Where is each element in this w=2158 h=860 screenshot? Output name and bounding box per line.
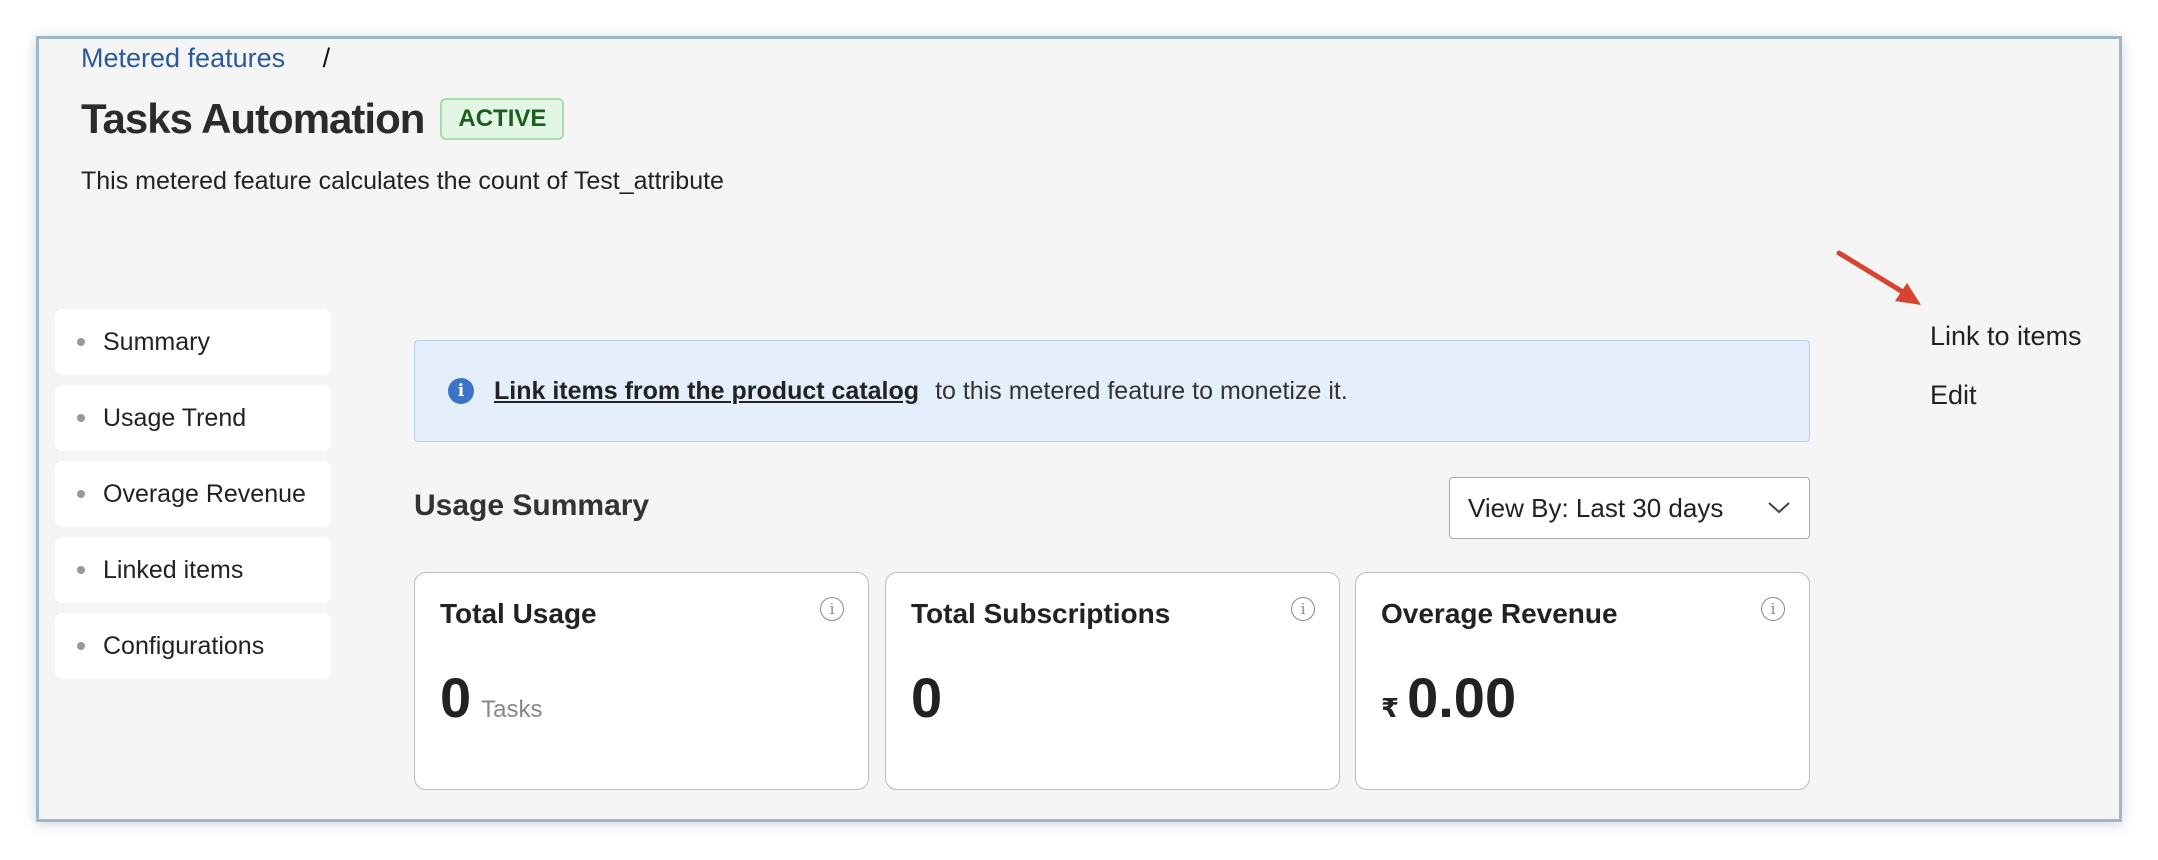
overage-revenue-value: 0.00 <box>1407 666 1517 729</box>
card-value: 0 Tasks <box>440 665 543 730</box>
page-actions: Link to items Edit <box>1930 321 2082 439</box>
product-catalog-link[interactable]: Link items from the product catalog <box>494 377 919 406</box>
card-title: Overage Revenue <box>1381 598 1618 629</box>
nav-item-linked-items[interactable]: Linked items <box>55 537 331 603</box>
info-icon[interactable]: i <box>1761 597 1785 621</box>
nav-item-label: Configurations <box>103 631 265 660</box>
bullet-icon <box>77 642 85 650</box>
app-window: Metered features / Tasks Automation ACTI… <box>36 36 2122 822</box>
nav-item-label: Overage Revenue <box>103 479 306 508</box>
usage-summary-title: Usage Summary <box>414 489 650 522</box>
nav-item-summary[interactable]: Summary <box>55 309 331 375</box>
nav-item-label: Linked items <box>103 555 244 584</box>
status-badge: ACTIVE <box>440 98 565 140</box>
info-icon[interactable]: i <box>1291 597 1315 621</box>
breadcrumb-metered-features-link[interactable]: Metered features <box>81 43 285 73</box>
currency-symbol: ₹ <box>1381 693 1400 723</box>
total-subscriptions-card: Total Subscriptions i 0 <box>885 572 1340 790</box>
nav-item-usage-trend[interactable]: Usage Trend <box>55 385 331 451</box>
view-by-dropdown[interactable]: View By: Last 30 days <box>1449 477 1810 539</box>
bullet-icon <box>77 338 85 346</box>
bullet-icon <box>77 490 85 498</box>
overage-revenue-card: Overage Revenue i ₹ 0.00 <box>1355 572 1810 790</box>
view-by-label: View By: Last 30 days <box>1468 492 1724 523</box>
bullet-icon <box>77 566 85 574</box>
breadcrumb-separator: / <box>322 43 331 73</box>
nav-item-overage-revenue[interactable]: Overage Revenue <box>55 461 331 527</box>
page-title: Tasks Automation <box>81 95 425 142</box>
info-icon[interactable]: i <box>820 597 844 621</box>
card-title: Total Usage <box>440 598 597 629</box>
nav-item-label: Summary <box>103 327 210 356</box>
bullet-icon <box>77 414 85 422</box>
total-usage-value: 0 <box>440 666 472 729</box>
edit-action[interactable]: Edit <box>1930 380 2082 411</box>
link-to-items-action[interactable]: Link to items <box>1930 321 2082 352</box>
annotation-arrow-icon <box>1836 250 1921 305</box>
info-icon: i <box>448 378 474 404</box>
title-row: Tasks Automation ACTIVE <box>81 95 565 143</box>
breadcrumb: Metered features / <box>81 43 330 74</box>
total-usage-card: Total Usage i 0 Tasks <box>414 572 869 790</box>
card-value: ₹ 0.00 <box>1381 665 1516 730</box>
chevron-down-icon <box>1768 502 1790 514</box>
total-usage-unit: Tasks <box>481 696 543 723</box>
section-nav: Summary Usage Trend Overage Revenue Link… <box>55 309 331 689</box>
info-banner: i Link items from the product catalog to… <box>414 340 1810 442</box>
nav-item-label: Usage Trend <box>103 403 247 432</box>
banner-text: to this metered feature to monetize it. <box>935 376 1348 405</box>
card-title: Total Subscriptions <box>911 598 1171 629</box>
feature-description: This metered feature calculates the coun… <box>81 167 724 195</box>
nav-item-configurations[interactable]: Configurations <box>55 613 331 679</box>
total-subscriptions-value: 0 <box>911 666 943 729</box>
card-value: 0 <box>911 665 942 730</box>
